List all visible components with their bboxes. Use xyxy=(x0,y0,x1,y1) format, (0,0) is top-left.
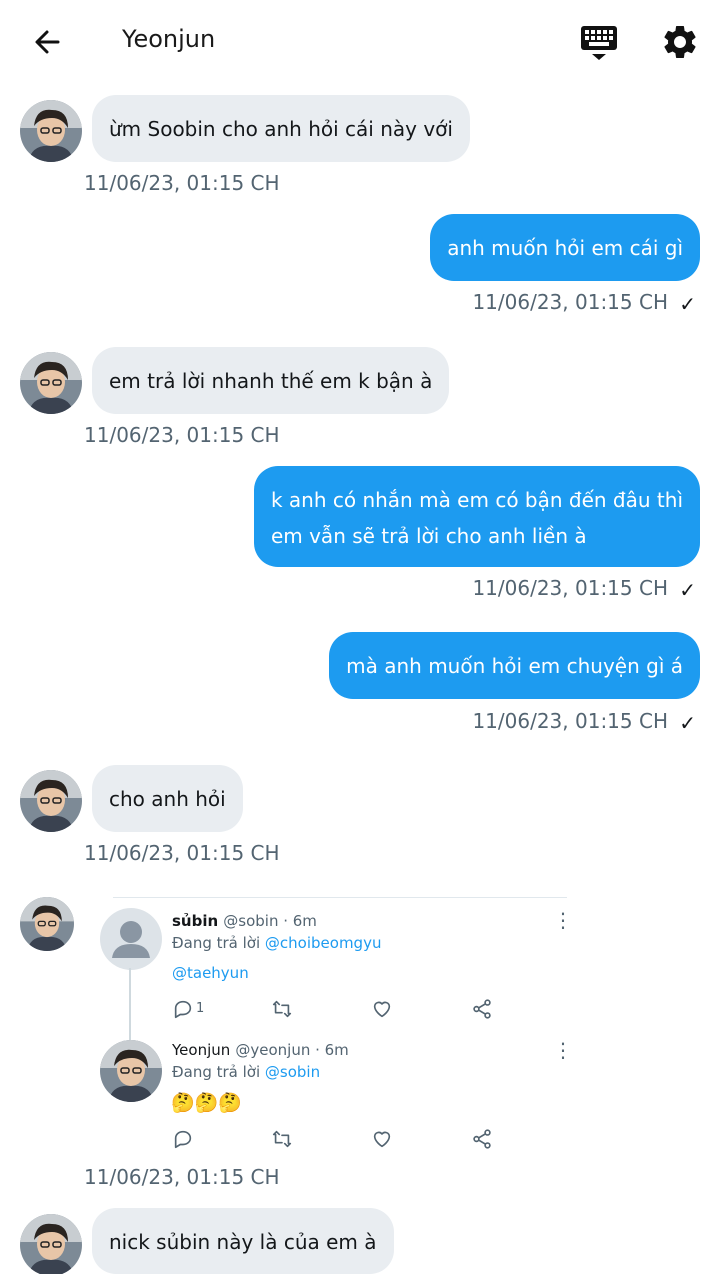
sent-check-icon: ✓ xyxy=(679,292,696,316)
message-bubble[interactable]: em trả lời nhanh thế em k bận à xyxy=(92,347,450,414)
retweet-icon[interactable] xyxy=(271,998,293,1020)
avatar[interactable] xyxy=(20,897,74,951)
avatar[interactable] xyxy=(20,100,82,162)
message-timestamp: 11/06/23, 01:15 CH xyxy=(472,576,668,600)
tweet-author-name[interactable]: sủbin xyxy=(172,912,218,930)
message-bubble[interactable]: k anh có nhắn mà em có bận đến đâu thì e… xyxy=(253,466,700,567)
thread-connector xyxy=(129,968,131,1040)
keyboard-icon[interactable] xyxy=(578,22,620,64)
default-avatar[interactable] xyxy=(100,908,162,970)
sent-check-icon: ✓ xyxy=(679,711,696,735)
message-timestamp: 11/06/23, 01:15 CH xyxy=(472,709,668,733)
avatar[interactable] xyxy=(100,1040,162,1102)
tweet-header: sủbin @sobin · 6m xyxy=(172,911,317,930)
tweet-emoji-text: 🤔🤔🤔 xyxy=(171,1092,242,1114)
message-text: em trả lời nhanh thế em k bận à xyxy=(109,369,433,393)
reply-user-link[interactable]: @sobin xyxy=(265,1063,320,1081)
message-timestamp: 11/06/23, 01:15 CH xyxy=(84,841,280,865)
message-bubble[interactable]: nick sủbin này là của em à xyxy=(92,1208,394,1274)
reply-icon[interactable] xyxy=(172,1128,194,1150)
tweet-author-handle: @yeonjun · 6m xyxy=(235,1041,349,1059)
message-timestamp: 11/06/23, 01:15 CH xyxy=(84,171,280,195)
message-text: nick sủbin này là của em à xyxy=(109,1230,377,1254)
message-bubble[interactable]: cho anh hỏi xyxy=(92,765,243,832)
message-bubble[interactable]: anh muốn hỏi em cái gì xyxy=(430,214,700,281)
more-options-icon[interactable]: ⋮ xyxy=(553,1038,573,1062)
message-text-line: em vẫn sẽ trả lời cho anh liền à xyxy=(270,524,587,548)
tweet-header: Yeonjun @yeonjun · 6m xyxy=(172,1040,349,1059)
message-timestamp: 11/06/23, 01:15 CH xyxy=(84,1165,280,1189)
message-text: cho anh hỏi xyxy=(109,787,226,811)
tweet-card-divider xyxy=(113,897,567,898)
message-text: mà anh muốn hỏi em chuyện gì á xyxy=(346,654,683,678)
conversation-title: Yeonjun xyxy=(122,25,216,53)
reply-count: 1 xyxy=(196,1001,205,1016)
tweet-author-name[interactable]: Yeonjun xyxy=(172,1041,230,1059)
arrow-left-icon[interactable] xyxy=(28,22,68,62)
reply-prefix: Đang trả lời xyxy=(172,1063,261,1081)
message-timestamp: 11/06/23, 01:15 CH xyxy=(472,290,668,314)
message-text: anh muốn hỏi em cái gì xyxy=(447,236,683,260)
avatar[interactable] xyxy=(20,352,82,414)
avatar[interactable] xyxy=(20,770,82,832)
reply-context: Đang trả lời @choibeomgyu xyxy=(172,934,381,952)
reply-icon[interactable] xyxy=(172,998,194,1020)
app-header: Yeonjun xyxy=(0,0,720,84)
message-bubble[interactable]: ừm Soobin cho anh hỏi cái này với xyxy=(92,95,470,162)
message-text-line: k anh có nhắn mà em có bận đến đâu thì xyxy=(270,488,683,512)
share-icon[interactable] xyxy=(471,1128,493,1150)
message-timestamp: 11/06/23, 01:15 CH xyxy=(84,423,280,447)
heart-icon[interactable] xyxy=(371,1128,393,1150)
tweet-author-handle: @sobin · 6m xyxy=(223,912,317,930)
mention-link[interactable]: @taehyun xyxy=(172,964,249,982)
share-icon[interactable] xyxy=(471,998,493,1020)
reply-context: Đang trả lời @sobin xyxy=(172,1063,320,1081)
heart-icon[interactable] xyxy=(371,998,393,1020)
gear-icon[interactable] xyxy=(660,22,700,62)
message-text: ừm Soobin cho anh hỏi cái này với xyxy=(109,117,453,141)
reply-user-link[interactable]: @choibeomgyu xyxy=(265,934,382,952)
reply-prefix: Đang trả lời xyxy=(172,934,261,952)
message-bubble[interactable]: mà anh muốn hỏi em chuyện gì á xyxy=(329,632,700,699)
more-options-icon[interactable]: ⋮ xyxy=(553,908,573,932)
retweet-icon[interactable] xyxy=(271,1128,293,1150)
avatar[interactable] xyxy=(20,1214,82,1274)
sent-check-icon: ✓ xyxy=(679,578,696,602)
